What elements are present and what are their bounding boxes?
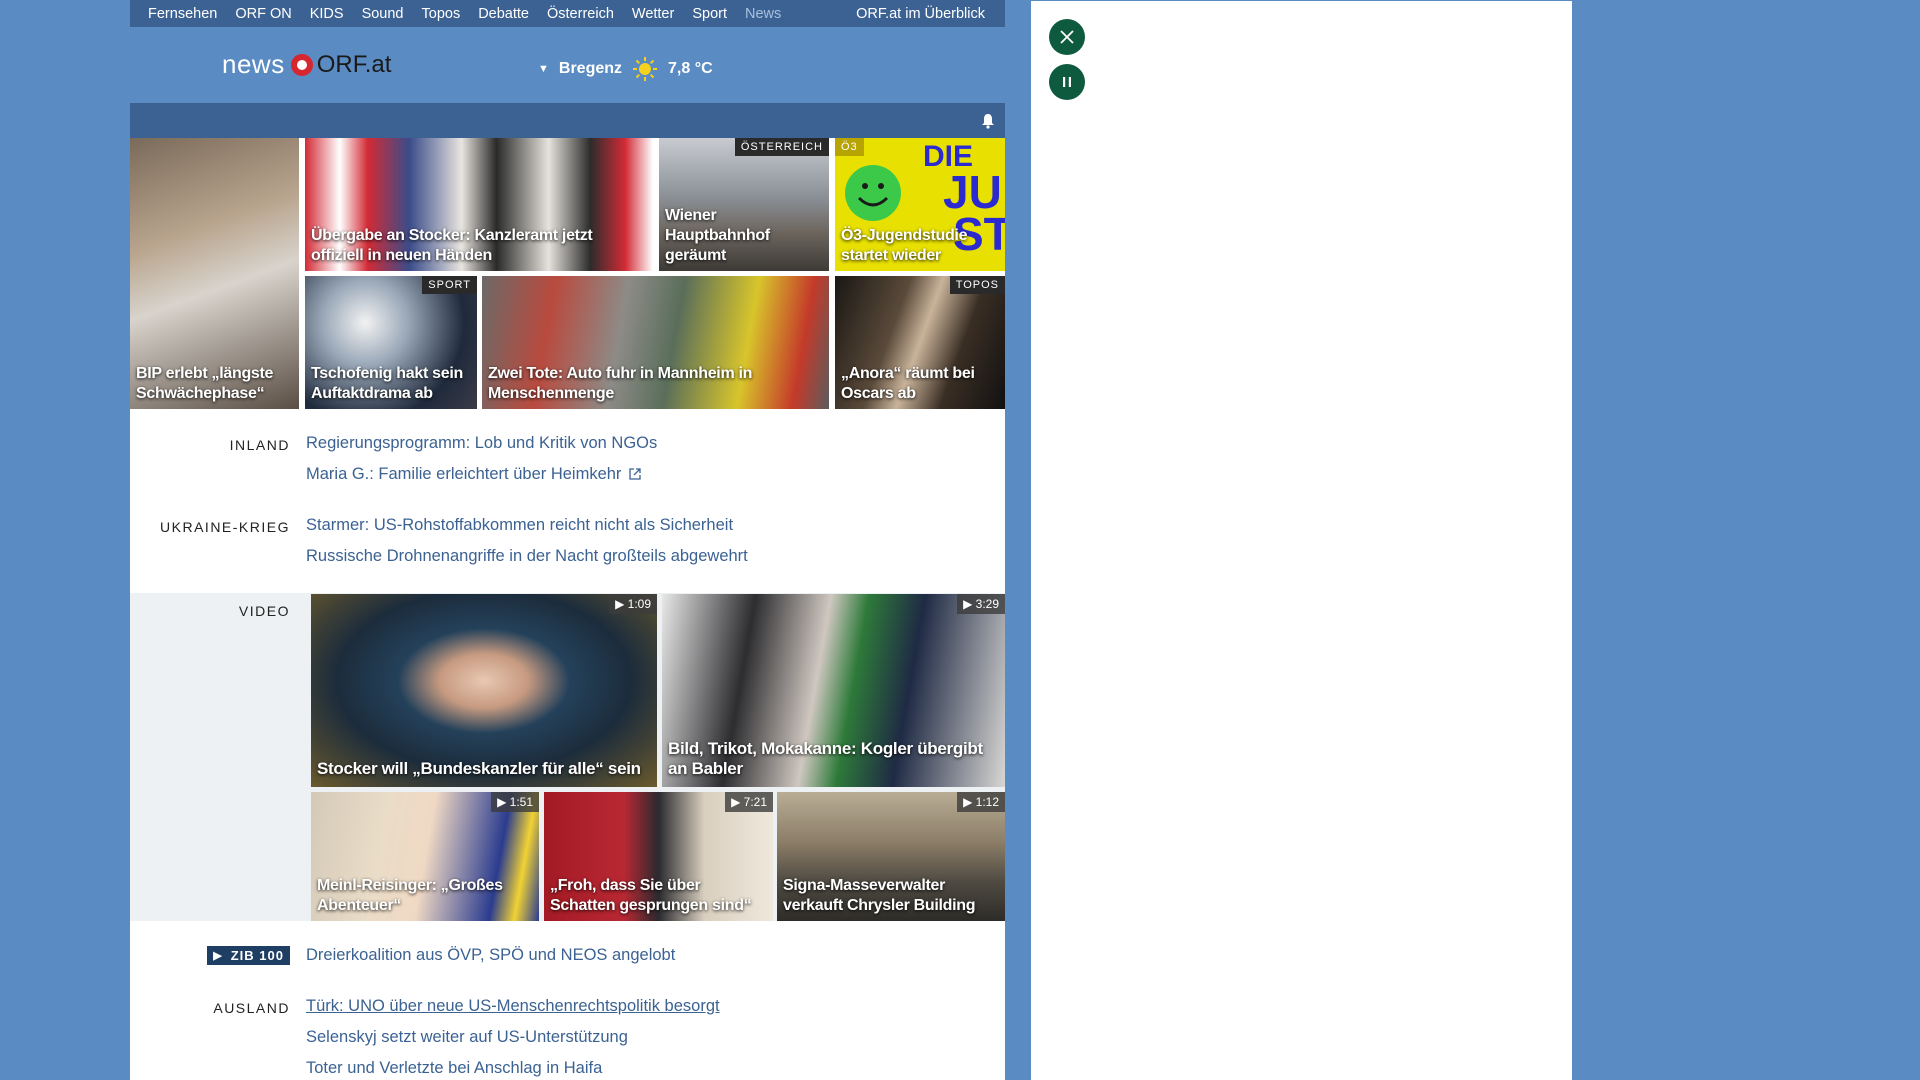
article-link[interactable]: Selenskyj setzt weiter auf US-Unterstütz… xyxy=(306,1022,720,1053)
video-duration: ▶ 3:29 xyxy=(957,594,1005,614)
story-caption: Zwei Tote: Auto fuhr in Mannheim in Mens… xyxy=(488,365,753,402)
weather-widget[interactable]: ▼ Bregenz 7,8 °C xyxy=(538,56,713,82)
logo-orf-text: ORF.at xyxy=(316,50,392,78)
story-caption: Übergabe an Stocker: Kanzleramt jetzt of… xyxy=(311,227,593,264)
story-tile[interactable]: Zwei Tote: Auto fuhr in Mannheim in Mens… xyxy=(482,276,829,409)
category-tag: TOPOS xyxy=(949,276,1005,294)
article-link-text: Maria G.: Familie erleichtert über Heimk… xyxy=(306,465,622,483)
close-button[interactable] xyxy=(1049,19,1085,55)
article-link[interactable]: Türk: UNO über neue US-Menschenrechtspol… xyxy=(306,991,720,1022)
video-duration: ▶ 1:51 xyxy=(491,792,539,812)
story-tile[interactable]: BIP erlebt „längste Schwächephase“ xyxy=(130,138,299,409)
weather-location: Bregenz xyxy=(558,60,623,77)
close-icon xyxy=(1060,30,1074,44)
video-caption: Meinl-Reisinger: „Großes Abenteuer“ xyxy=(317,877,503,914)
video-caption: Signa-Masseverwalter verkauft Chrysler B… xyxy=(783,877,976,914)
dropdown-arrow-icon: ▼ xyxy=(538,63,549,75)
zib-label: ZIB xyxy=(230,948,255,963)
nav-topos[interactable]: Topos xyxy=(422,6,461,22)
video-tile[interactable]: ▶ 3:29 Bild, Trikot, Mokakanne: Kogler ü… xyxy=(662,594,1005,787)
video-tile[interactable]: ▶ 1:51 Meinl-Reisinger: „Großes Abenteue… xyxy=(311,792,539,921)
section-label: AUSLAND xyxy=(213,1000,290,1016)
nav-orf-on[interactable]: ORF ON xyxy=(235,6,291,22)
video-caption: Stocker will „Bundeskanzler für alle“ se… xyxy=(317,759,641,778)
article-link[interactable]: Toter und Verletzte bei Anschlag in Haif… xyxy=(306,1053,720,1080)
notification-bar xyxy=(130,103,1005,138)
section-label: INLAND xyxy=(229,437,290,453)
nav-oesterreich[interactable]: Österreich xyxy=(547,6,614,22)
story-caption: BIP erlebt „längste Schwächephase“ xyxy=(136,365,274,402)
orf-logo-icon xyxy=(290,53,313,76)
top-navigation: Fernsehen ORF ON KIDS Sound Topos Debatt… xyxy=(130,0,1005,27)
article-link[interactable]: Regierungsprogramm: Lob und Kritik von N… xyxy=(306,428,657,459)
link-list: Starmer: US-Rohstoffabkommen reicht nich… xyxy=(306,510,748,572)
story-caption: Wiener Hauptbahnhof geräumt xyxy=(665,207,770,264)
video-caption: Bild, Trikot, Mokakanne: Kogler übergibt… xyxy=(668,739,983,778)
story-tile[interactable]: DIE JU ST Ö3 Ö3-Jugendstudie startet wie… xyxy=(835,138,1005,271)
pause-icon xyxy=(1063,77,1071,87)
article-link[interactable]: Russische Drohnenangriffe in der Nacht g… xyxy=(306,541,748,572)
video-duration: ▶ 1:12 xyxy=(957,792,1005,812)
video-duration: ▶ 7:21 xyxy=(725,792,773,812)
nav-news[interactable]: News xyxy=(745,6,781,22)
article-link-external[interactable]: Maria G.: Familie erleichtert über Heimk… xyxy=(306,459,657,490)
pause-button[interactable] xyxy=(1049,64,1085,100)
play-icon: ▶ xyxy=(213,950,223,962)
section-label: VIDEO xyxy=(238,603,290,619)
story-tile[interactable]: Übergabe an Stocker: Kanzleramt jetzt of… xyxy=(305,138,653,271)
video-tile[interactable]: ▶ 1:09 Stocker will „Bundeskanzler für a… xyxy=(311,594,657,787)
category-tag: Ö3 xyxy=(835,138,864,156)
main-content: BIP erlebt „längste Schwächephase“ Überg… xyxy=(130,138,1005,1080)
ad-panel xyxy=(1031,1,1572,1080)
link-list: Regierungsprogramm: Lob und Kritik von N… xyxy=(306,428,657,490)
nav-fernsehen[interactable]: Fernsehen xyxy=(148,6,217,22)
video-duration: ▶ 1:09 xyxy=(609,594,657,614)
category-tag: ÖSTERREICH xyxy=(734,138,829,156)
zib-number: 100 xyxy=(259,948,284,963)
video-tile[interactable]: ▶ 7:21 „Froh, dass Sie über Schatten ges… xyxy=(544,792,773,921)
nav-debatte[interactable]: Debatte xyxy=(478,6,529,22)
zib-links: Dreierkoalition aus ÖVP, SPÖ und NEOS an… xyxy=(306,940,675,971)
story-tile[interactable]: SPORT Tschofenig hakt sein Auftaktdrama … xyxy=(305,276,477,409)
nav-kids[interactable]: KIDS xyxy=(310,6,344,22)
nav-sound[interactable]: Sound xyxy=(362,6,404,22)
story-caption: Tschofenig hakt sein Auftaktdrama ab xyxy=(311,365,463,402)
link-list: Türk: UNO über neue US-Menschenrechtspol… xyxy=(306,991,720,1080)
video-tile[interactable]: ▶ 1:12 Signa-Masseverwalter verkauft Chr… xyxy=(777,792,1005,921)
external-link-icon xyxy=(629,468,642,480)
zib100-badge[interactable]: ▶ ZIB 100 xyxy=(207,946,290,965)
story-caption: „Anora“ räumt bei Oscars ab xyxy=(841,365,975,402)
nav-overview[interactable]: ORF.at im Überblick xyxy=(856,6,985,22)
article-link[interactable]: Starmer: US-Rohstoffabkommen reicht nich… xyxy=(306,510,748,541)
article-link[interactable]: Dreierkoalition aus ÖVP, SPÖ und NEOS an… xyxy=(306,940,675,971)
story-tile[interactable]: ÖSTERREICH Wiener Hauptbahnhof geräumt xyxy=(659,138,829,271)
bell-icon[interactable] xyxy=(981,113,995,129)
nav-wetter[interactable]: Wetter xyxy=(632,6,674,22)
logo-news-text: news xyxy=(222,49,285,79)
section-label: UKRAINE-KRIEG xyxy=(160,519,290,535)
category-tag: SPORT xyxy=(422,276,477,294)
site-header: news ORF.at ▼ Bregenz 7,8 °C xyxy=(130,27,1005,103)
nav-sport[interactable]: Sport xyxy=(692,6,727,22)
weather-temperature: 7,8 °C xyxy=(668,60,713,77)
story-tile[interactable]: TOPOS „Anora“ räumt bei Oscars ab xyxy=(835,276,1005,409)
video-caption: „Froh, dass Sie über Schatten gesprungen… xyxy=(550,877,752,914)
story-caption: Ö3-Jugendstudie startet wieder xyxy=(841,227,968,264)
site-logo[interactable]: news ORF.at xyxy=(222,49,391,80)
sun-icon xyxy=(633,57,658,81)
